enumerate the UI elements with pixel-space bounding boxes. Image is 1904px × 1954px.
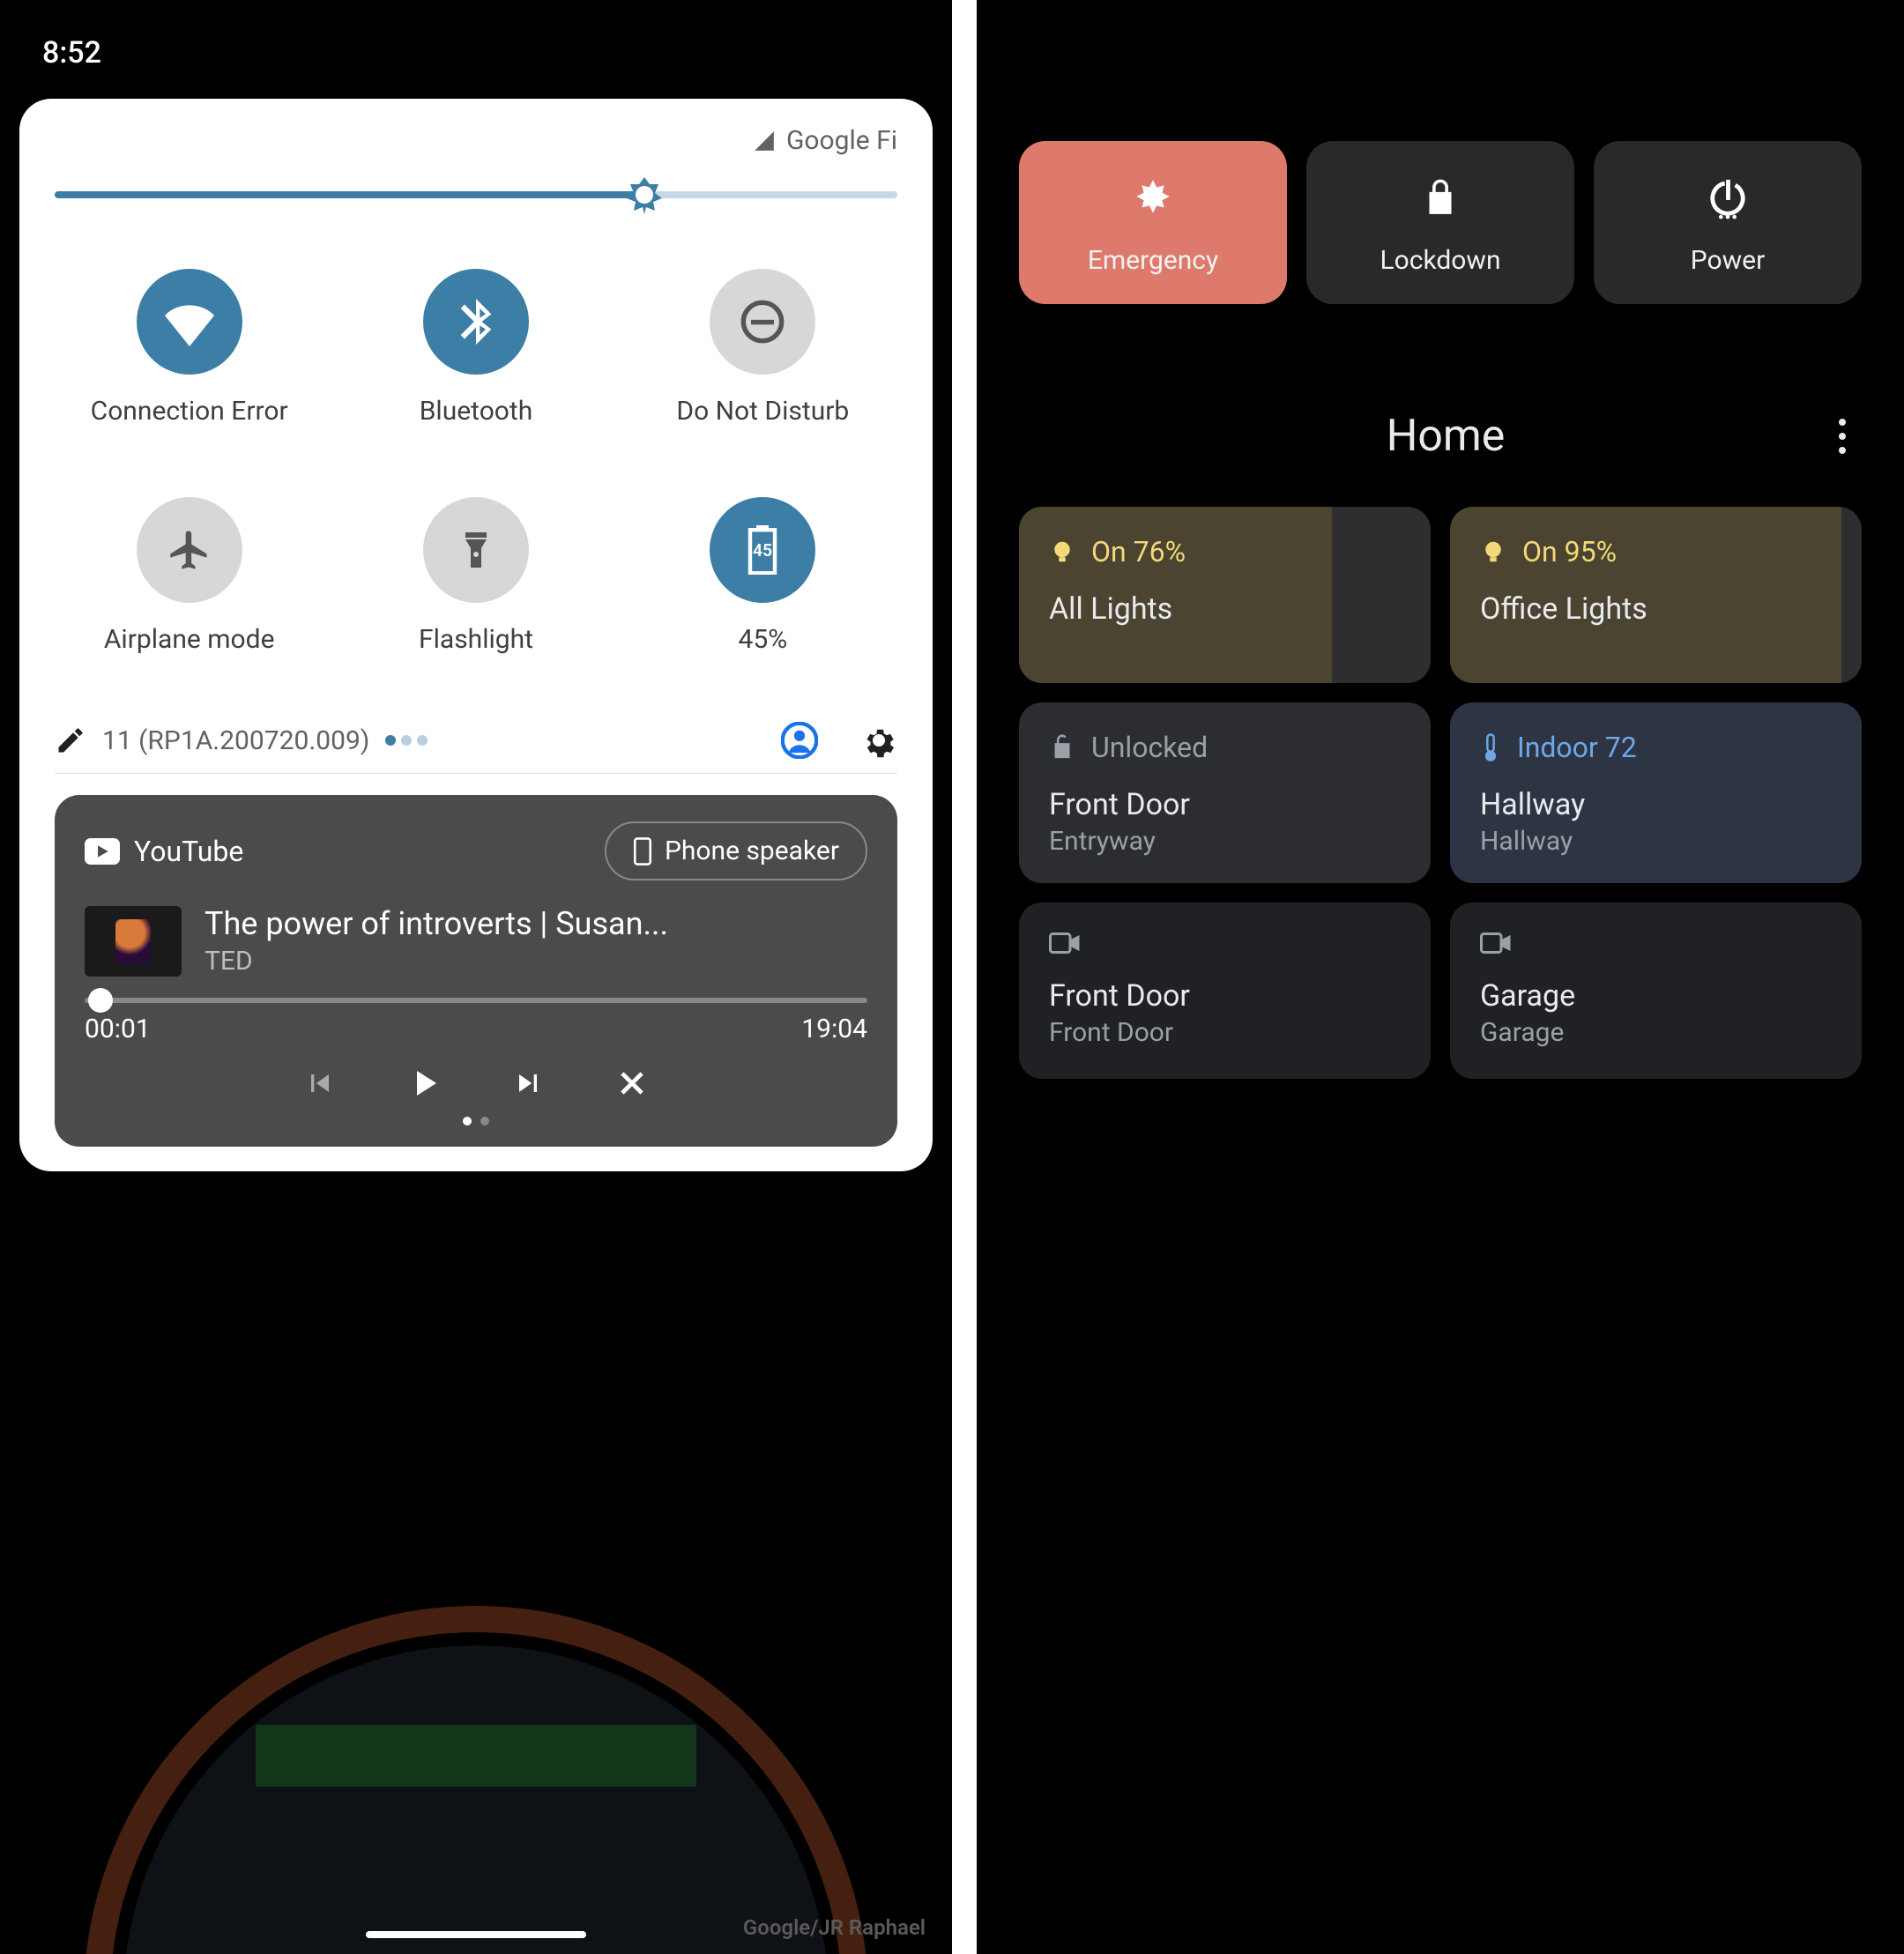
svg-text:45: 45 bbox=[753, 540, 772, 561]
signal-icon bbox=[753, 130, 776, 152]
quick-settings-panel: Google Fi Connection Error Bluetooth Do … bbox=[19, 99, 933, 1171]
device-garage-camera[interactable]: Garage Garage bbox=[1450, 903, 1862, 1079]
page-indicator bbox=[385, 735, 428, 746]
action-label: Power bbox=[1691, 245, 1765, 276]
emergency-button[interactable]: Emergency bbox=[1019, 141, 1287, 304]
more-menu-button[interactable] bbox=[1830, 410, 1855, 463]
device-name: All Lights bbox=[1049, 591, 1401, 627]
image-credit: Google/JR Raphael bbox=[743, 1915, 926, 1940]
lockdown-button[interactable]: Lockdown bbox=[1306, 141, 1574, 304]
qs-tile-flashlight[interactable]: Flashlight bbox=[341, 497, 610, 655]
media-source[interactable]: YouTube bbox=[85, 835, 243, 868]
right-phone-screen: Emergency Lockdown Power Home On 76% All… bbox=[952, 0, 1904, 1954]
wifi-icon bbox=[165, 297, 214, 346]
play-button[interactable] bbox=[403, 1062, 445, 1104]
qs-label: Airplane mode bbox=[104, 624, 275, 655]
device-hallway-thermostat[interactable]: Indoor 72 Hallway Hallway bbox=[1450, 702, 1862, 883]
device-grid: On 76% All Lights On 95% Office Lights U… bbox=[977, 507, 1904, 1079]
lock-icon bbox=[1421, 176, 1460, 220]
camera-icon bbox=[1049, 931, 1081, 955]
qs-tile-dnd[interactable]: Do Not Disturb bbox=[628, 269, 897, 427]
bulb-icon bbox=[1049, 539, 1075, 565]
carrier-name: Google Fi bbox=[786, 125, 897, 156]
media-thumbnail[interactable] bbox=[85, 906, 182, 977]
flashlight-icon bbox=[455, 529, 497, 571]
close-button[interactable] bbox=[611, 1062, 653, 1104]
youtube-icon bbox=[85, 838, 120, 865]
device-front-door-lock[interactable]: Unlocked Front Door Entryway bbox=[1019, 702, 1431, 883]
device-status: On 95% bbox=[1522, 535, 1617, 568]
media-title: The power of introverts | Susan... bbox=[205, 905, 668, 942]
power-actions-row: Emergency Lockdown Power bbox=[977, 0, 1904, 304]
qs-label: Do Not Disturb bbox=[676, 396, 849, 427]
battery-icon: 45 bbox=[743, 525, 782, 575]
device-room: Front Door bbox=[1049, 1017, 1401, 1048]
qs-label: Bluetooth bbox=[420, 396, 533, 427]
device-office-lights[interactable]: On 95% Office Lights bbox=[1450, 507, 1862, 683]
device-name: Hallway bbox=[1480, 787, 1832, 822]
device-status: On 76% bbox=[1091, 535, 1186, 568]
home-title[interactable]: Home bbox=[1061, 411, 1830, 462]
next-button[interactable] bbox=[507, 1062, 549, 1104]
qs-tile-wifi[interactable]: Connection Error bbox=[55, 269, 324, 427]
device-status: Indoor 72 bbox=[1517, 731, 1637, 764]
thermometer-icon bbox=[1480, 732, 1501, 762]
carrier-row: Google Fi bbox=[55, 125, 897, 156]
bluetooth-icon bbox=[453, 299, 499, 345]
action-label: Emergency bbox=[1088, 245, 1218, 276]
qs-label: Flashlight bbox=[419, 624, 533, 655]
gear-icon[interactable] bbox=[860, 722, 897, 759]
build-info-row: 11 (RP1A.200720.009) bbox=[55, 708, 897, 774]
device-room: Entryway bbox=[1049, 826, 1401, 857]
qs-tile-bluetooth[interactable]: Bluetooth bbox=[341, 269, 610, 427]
qs-tile-airplane[interactable]: Airplane mode bbox=[55, 497, 324, 655]
left-phone-screen: 8:52 Google Fi Connection Error bbox=[0, 0, 952, 1954]
unlock-icon bbox=[1049, 732, 1075, 762]
previous-button[interactable] bbox=[299, 1062, 341, 1104]
medical-icon bbox=[1131, 176, 1175, 220]
edit-icon[interactable] bbox=[55, 724, 86, 756]
qs-label: Connection Error bbox=[91, 396, 288, 427]
device-room: Garage bbox=[1480, 1017, 1832, 1048]
bulb-icon bbox=[1480, 539, 1506, 565]
status-bar-clock: 8:52 bbox=[0, 0, 952, 88]
device-name: Garage bbox=[1480, 978, 1832, 1014]
power-button[interactable]: Power bbox=[1594, 141, 1862, 304]
brightness-slider[interactable] bbox=[55, 191, 897, 198]
qs-tile-battery[interactable]: 45 45% bbox=[628, 497, 897, 655]
device-room: Hallway bbox=[1480, 826, 1832, 857]
media-page-indicator bbox=[85, 1117, 867, 1126]
media-player-card: YouTube Phone speaker The power of intro… bbox=[55, 795, 897, 1147]
power-icon bbox=[1707, 176, 1748, 220]
airplane-icon bbox=[167, 527, 212, 573]
media-elapsed: 00:01 bbox=[85, 1014, 151, 1044]
build-number: 11 (RP1A.200720.009) bbox=[102, 725, 369, 756]
qs-label: 45% bbox=[738, 624, 787, 655]
profile-icon[interactable] bbox=[781, 722, 818, 759]
media-progress-slider[interactable] bbox=[85, 998, 867, 1003]
media-duration: 19:04 bbox=[801, 1014, 867, 1044]
home-indicator[interactable] bbox=[366, 1931, 586, 1938]
device-name: Office Lights bbox=[1480, 591, 1832, 627]
progress-thumb[interactable] bbox=[88, 988, 113, 1013]
camera-icon bbox=[1480, 931, 1512, 955]
quick-settings-grid: Connection Error Bluetooth Do Not Distur… bbox=[55, 269, 897, 655]
dnd-icon bbox=[740, 299, 785, 345]
device-name: Front Door bbox=[1049, 787, 1401, 822]
media-artist: TED bbox=[205, 946, 668, 977]
brightness-thumb-icon[interactable] bbox=[625, 175, 664, 214]
device-front-door-camera[interactable]: Front Door Front Door bbox=[1019, 903, 1431, 1079]
home-header: Home bbox=[977, 304, 1904, 507]
device-status: Unlocked bbox=[1091, 731, 1208, 764]
media-output-chip[interactable]: Phone speaker bbox=[605, 821, 867, 880]
action-label: Lockdown bbox=[1380, 245, 1500, 276]
device-name: Front Door bbox=[1049, 978, 1401, 1014]
background-clock-widget bbox=[79, 1601, 873, 1954]
device-all-lights[interactable]: On 76% All Lights bbox=[1019, 507, 1431, 683]
phone-icon bbox=[633, 837, 652, 866]
